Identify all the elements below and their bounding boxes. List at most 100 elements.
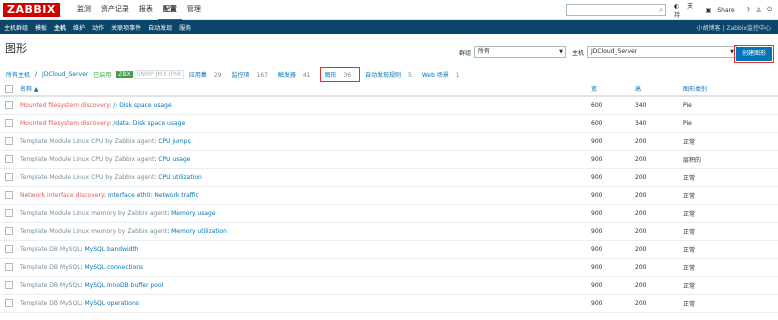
share-link[interactable]: ▣ Share: [706, 7, 741, 14]
graph-name-link[interactable]: Memory usage: [171, 210, 215, 217]
header-graph-type[interactable]: 图形类别: [683, 82, 778, 97]
row-checkbox[interactable]: [5, 173, 13, 181]
status-enabled[interactable]: 已启用: [93, 70, 111, 79]
graph-name-link[interactable]: CPU jumps: [158, 138, 190, 145]
table-row: Template DB MySQL: MySQL InnoDB buffer p…: [0, 276, 778, 295]
group-label: 群组: [459, 49, 472, 57]
menu-monitoring[interactable]: 监测: [72, 0, 96, 21]
row-checkbox[interactable]: [5, 227, 13, 235]
table-row: Template DB MySQL: MySQL connections 900 2…: [0, 258, 778, 277]
graph-template-link[interactable]: Network interface discovery: [20, 192, 104, 199]
breadcrumb-all-hosts[interactable]: 所有主机: [6, 70, 30, 79]
table-row: Mounted filesystem discovery: /: Disk sp…: [0, 96, 778, 115]
row-select-cell: [0, 222, 16, 241]
graph-name-link[interactable]: CPU usage: [158, 156, 190, 163]
graph-name-link[interactable]: MySQL bandwidth: [84, 246, 138, 253]
graph-height: 340: [635, 114, 683, 133]
graph-name-link[interactable]: MySQL connections: [84, 264, 143, 271]
graph-template-link[interactable]: Template DB MySQL: [20, 282, 81, 289]
graph-type: Pie: [683, 114, 778, 133]
headset-icon: ◐: [674, 3, 680, 10]
header-name[interactable]: 名称 ▲: [16, 82, 591, 97]
user-icon[interactable]: ♙: [756, 7, 761, 14]
graph-width: 900: [591, 168, 635, 187]
graph-height: 200: [635, 294, 683, 313]
tab-applications[interactable]: 应用集 29: [189, 70, 227, 79]
tab-discovery-rules[interactable]: 自动发现规则 5: [365, 70, 417, 79]
graph-name-link[interactable]: MySQL operations: [84, 300, 138, 307]
subnav-discovery[interactable]: 自动发现: [144, 23, 175, 32]
row-checkbox[interactable]: [5, 209, 13, 217]
graph-template-link[interactable]: Mounted filesystem discovery: [20, 120, 109, 127]
graph-template-link[interactable]: Template DB MySQL: [20, 264, 81, 271]
menu-configuration[interactable]: 配置: [157, 0, 182, 21]
help-button[interactable]: ?: [747, 7, 750, 14]
row-select-cell: [0, 168, 16, 187]
row-checkbox[interactable]: [5, 281, 13, 289]
power-icon[interactable]: ⏻: [767, 6, 772, 14]
graph-name-cell: Template Module Linux CPU by Zabbix agen…: [16, 132, 591, 151]
graph-name-link[interactable]: Memory utilization: [171, 228, 227, 235]
graph-template-link[interactable]: Template Module Linux CPU by Zabbix agen…: [20, 174, 154, 181]
graph-template-link[interactable]: Template Module Linux CPU by Zabbix agen…: [20, 156, 154, 163]
graph-name-link[interactable]: /: Disk space usage: [113, 102, 171, 109]
menu-administration[interactable]: 管理: [182, 0, 206, 21]
row-checkbox[interactable]: [5, 299, 13, 307]
top-right-tools: ◐ 支持 ▣ Share ? ♙ ⏻: [674, 0, 778, 20]
graph-width: 900: [591, 150, 635, 169]
menu-inventory[interactable]: 资产记录: [96, 0, 134, 21]
graph-name-link[interactable]: MySQL InnoDB buffer pool: [84, 282, 163, 289]
row-checkbox[interactable]: [5, 191, 13, 199]
group-select[interactable]: 所有 ▼: [474, 46, 567, 58]
host-select[interactable]: JDCloud_Server ▼: [587, 46, 738, 58]
tab-items[interactable]: 监控项 167: [232, 70, 273, 79]
graph-name-link[interactable]: /data: Disk space usage: [113, 120, 185, 127]
row-checkbox[interactable]: [5, 119, 13, 127]
graphs-table: 名称 ▲ 宽 高 图形类别 Mounted filesystem discove…: [0, 82, 778, 313]
row-select-cell: [0, 186, 16, 205]
tab-graphs[interactable]: 图形 36: [320, 66, 361, 82]
row-checkbox[interactable]: [5, 263, 13, 271]
select-all-cell: [0, 82, 16, 97]
row-checkbox[interactable]: [5, 245, 13, 253]
support-link[interactable]: ◐ 支持: [674, 1, 700, 19]
subnav-templates[interactable]: 模板: [31, 23, 50, 32]
row-checkbox[interactable]: [5, 137, 13, 145]
graph-template-link[interactable]: Template DB MySQL: [20, 246, 81, 253]
zbx-badge: ZBX: [116, 70, 133, 78]
table-row: Template Module Linux CPU by Zabbix agen…: [0, 168, 778, 187]
graph-template-link[interactable]: Mounted filesystem discovery: [20, 102, 109, 109]
other-agents-badge: SNMP JMX IPMI: [133, 69, 184, 79]
chevron-down-icon: ▼: [559, 49, 564, 55]
row-checkbox[interactable]: [5, 101, 13, 110]
menu-reports[interactable]: 报表: [134, 0, 158, 21]
header-width: 宽: [591, 82, 635, 97]
graph-type: 正常: [683, 294, 778, 313]
tab-triggers[interactable]: 触发器 41: [278, 70, 316, 79]
graph-name-link[interactable]: Interface eth0: Network traffic: [108, 192, 199, 199]
create-graph-button[interactable]: 创建图形: [736, 47, 772, 61]
subnav-maintenance[interactable]: 维护: [69, 23, 88, 32]
select-all-checkbox[interactable]: [5, 84, 13, 93]
subnav-host-groups[interactable]: 主机群组: [0, 23, 31, 32]
graph-template-link[interactable]: Template Module Linux memory by Zabbix a…: [20, 210, 167, 217]
breadcrumb-host[interactable]: JDCloud_Server: [42, 71, 88, 78]
share-icon: ▣: [705, 6, 712, 14]
graph-template-link[interactable]: Template Module Linux CPU by Zabbix agen…: [20, 138, 154, 145]
zabbix-logo[interactable]: ZABBIX: [3, 2, 60, 17]
row-select-cell: [0, 258, 16, 277]
subnav-hosts[interactable]: 主机: [50, 23, 69, 32]
search-input[interactable]: ⌕: [566, 4, 666, 16]
graph-width: 900: [591, 132, 635, 151]
graph-template-link[interactable]: Template Module Linux memory by Zabbix a…: [20, 228, 167, 235]
graph-name-cell: Template Module Linux memory by Zabbix a…: [16, 204, 591, 223]
tab-web-scenarios[interactable]: Web 场景 1: [422, 70, 465, 79]
graph-name-link[interactable]: CPU utilization: [158, 174, 202, 181]
graph-template-link[interactable]: Template DB MySQL: [20, 300, 81, 307]
row-select-cell: [0, 150, 16, 169]
subnav-actions[interactable]: 动作: [88, 23, 107, 32]
subnav-services[interactable]: 服务: [175, 23, 194, 32]
row-checkbox[interactable]: [5, 155, 13, 163]
search-icon[interactable]: ⌕: [659, 6, 663, 15]
subnav-event-correlation[interactable]: 关联项事件: [107, 23, 144, 32]
